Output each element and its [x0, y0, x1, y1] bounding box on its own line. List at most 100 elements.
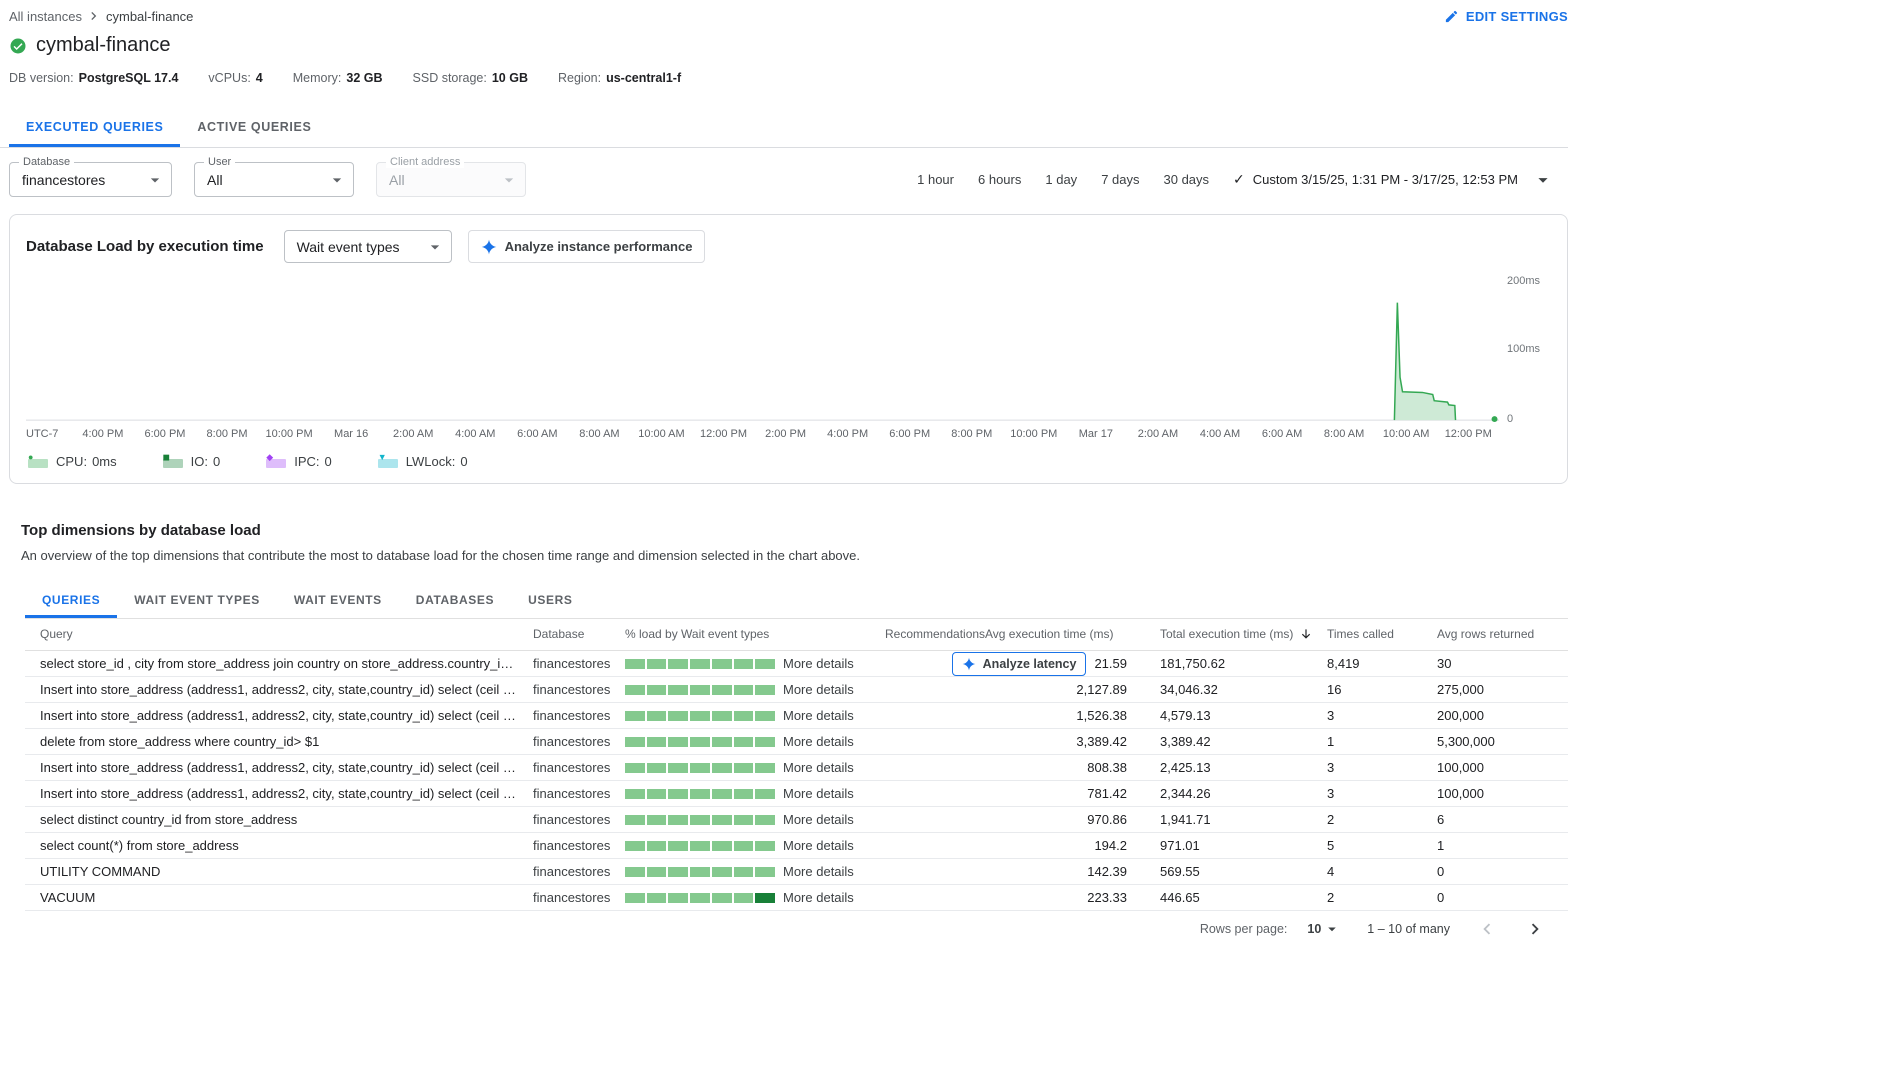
column-header-avg-execution-time[interactable]: Avg execution time (ms): [985, 627, 1145, 641]
more-details-link[interactable]: More details: [783, 864, 854, 879]
time-range-option[interactable]: 1 hour: [917, 172, 954, 187]
time-range-custom[interactable]: ✓ Custom 3/15/25, 1:31 PM - 3/17/25, 12:…: [1233, 171, 1518, 188]
x-axis-tick-label: 8:00 AM: [1324, 428, 1364, 440]
more-details-link[interactable]: More details: [783, 682, 854, 697]
table-row[interactable]: select count(*) from store_address finan…: [25, 833, 1568, 859]
database-cell: financestores: [533, 786, 625, 801]
avg-rows-returned-cell: 100,000: [1425, 760, 1568, 775]
table-row[interactable]: Insert into store_address (address1, add…: [25, 677, 1568, 703]
table-row[interactable]: Insert into store_address (address1, add…: [25, 703, 1568, 729]
more-details-link[interactable]: More details: [783, 786, 854, 801]
database-filter[interactable]: Database financestores: [9, 162, 172, 197]
database-cell: financestores: [533, 812, 625, 827]
top-dimensions-section: Top dimensions by database load An overv…: [21, 522, 1568, 940]
table-row[interactable]: select store_id , city from store_addres…: [25, 651, 1568, 677]
x-axis-tick-label: 2:00 AM: [393, 428, 433, 440]
more-details-link[interactable]: More details: [783, 812, 854, 827]
table-row[interactable]: Insert into store_address (address1, add…: [25, 781, 1568, 807]
column-header-total-execution-time[interactable]: Total execution time (ms): [1145, 627, 1315, 641]
meta-value: us-central1-f: [606, 71, 681, 85]
column-header-times-called[interactable]: Times called: [1315, 627, 1425, 641]
time-range-option[interactable]: 7 days: [1101, 172, 1139, 187]
query-cell[interactable]: VACUUM: [25, 890, 533, 905]
query-cell[interactable]: UTILITY COMMAND: [25, 864, 533, 879]
dimension-tab[interactable]: QUERIES: [25, 581, 117, 618]
analyze-latency-button[interactable]: Analyze latency: [952, 652, 1087, 676]
avg-execution-time-cell: Analyze latency 781.42: [985, 786, 1145, 801]
load-bar: [625, 737, 775, 747]
database-load-chart: [26, 277, 1499, 425]
edit-settings-button[interactable]: EDIT SETTINGS: [1444, 9, 1568, 24]
query-cell[interactable]: delete from store_address where country_…: [25, 734, 533, 749]
times-called-cell: 8,419: [1315, 656, 1425, 671]
next-page-button[interactable]: [1524, 918, 1546, 940]
more-details-link[interactable]: More details: [783, 734, 854, 749]
query-cell[interactable]: Insert into store_address (address1, add…: [25, 760, 533, 775]
database-load-card: Database Load by execution time Wait eve…: [9, 214, 1568, 484]
times-called-cell: 3: [1315, 708, 1425, 723]
analyze-instance-performance-button[interactable]: Analyze instance performance: [468, 230, 706, 263]
dimension-tab[interactable]: DATABASES: [399, 581, 511, 618]
meta-value: 4: [256, 71, 263, 85]
meta-label: Memory:: [293, 71, 342, 85]
user-filter[interactable]: User All: [194, 162, 354, 197]
table-header-row: Query Database % load by Wait event type…: [25, 619, 1568, 651]
query-mode-tabs: EXECUTED QUERIES ACTIVE QUERIES: [0, 107, 1568, 148]
chart-title: Database Load by execution time: [26, 238, 264, 255]
column-header-load[interactable]: % load by Wait event types: [625, 627, 885, 641]
time-range-dropdown-icon[interactable]: [1532, 169, 1554, 191]
query-cell[interactable]: Insert into store_address (address1, add…: [25, 682, 533, 697]
table-row[interactable]: UTILITY COMMAND financestores More detai…: [25, 859, 1568, 885]
query-mode-tab[interactable]: EXECUTED QUERIES: [9, 107, 180, 147]
query-cell[interactable]: select store_id , city from store_addres…: [25, 656, 533, 671]
more-details-link[interactable]: More details: [783, 760, 854, 775]
check-icon: ✓: [1233, 171, 1245, 188]
avg-rows-returned-cell: 6: [1425, 812, 1568, 827]
breadcrumb-all-instances[interactable]: All instances: [9, 9, 82, 24]
chevron-down-icon: [425, 237, 445, 257]
x-axis-tick-label: 4:00 PM: [82, 428, 123, 440]
load-cell: More details: [625, 786, 885, 801]
dimension-tab[interactable]: USERS: [511, 581, 589, 618]
previous-page-button[interactable]: [1476, 918, 1498, 940]
series-swatch-icon: ◆: [266, 456, 286, 468]
column-header-recommendations[interactable]: Recommendations: [885, 627, 985, 641]
chevron-down-icon: [499, 170, 519, 190]
query-mode-tab[interactable]: ACTIVE QUERIES: [180, 107, 328, 147]
more-details-link[interactable]: More details: [783, 838, 854, 853]
table-row[interactable]: select distinct country_id from store_ad…: [25, 807, 1568, 833]
avg-execution-time-cell: Analyze latency 3,389.42: [985, 734, 1145, 749]
column-header-query[interactable]: Query: [25, 627, 533, 641]
table-row[interactable]: Insert into store_address (address1, add…: [25, 755, 1568, 781]
x-axis-tick-label: 4:00 AM: [455, 428, 495, 440]
query-cell[interactable]: Insert into store_address (address1, add…: [25, 708, 533, 723]
breadcrumb: All instances cymbal-finance: [9, 8, 193, 24]
chart-dimension-select[interactable]: Wait event types: [284, 230, 452, 263]
meta-item: vCPUs: 4: [208, 71, 262, 85]
query-cell[interactable]: select count(*) from store_address: [25, 838, 533, 853]
more-details-link[interactable]: More details: [783, 656, 854, 671]
x-axis-tick-label: 10:00 AM: [1383, 428, 1429, 440]
query-cell[interactable]: select distinct country_id from store_ad…: [25, 812, 533, 827]
more-details-link[interactable]: More details: [783, 890, 854, 905]
column-header-avg-rows-returned[interactable]: Avg rows returned: [1425, 627, 1568, 641]
time-range-option[interactable]: 1 day: [1045, 172, 1077, 187]
table-row[interactable]: delete from store_address where country_…: [25, 729, 1568, 755]
avg-execution-time-cell: Analyze latency 142.39: [985, 864, 1145, 879]
more-details-link[interactable]: More details: [783, 708, 854, 723]
load-cell: More details: [625, 708, 885, 723]
table-row[interactable]: VACUUM financestores More details Analyz…: [25, 885, 1568, 911]
rows-per-page-select[interactable]: 10: [1307, 920, 1341, 938]
load-bar: [625, 763, 775, 773]
dimension-tab[interactable]: WAIT EVENT TYPES: [117, 581, 277, 618]
time-range-option[interactable]: 30 days: [1164, 172, 1210, 187]
query-cell[interactable]: Insert into store_address (address1, add…: [25, 786, 533, 801]
avg-execution-time-cell: Analyze latency 194.2: [985, 838, 1145, 853]
legend-label: IO:: [191, 454, 208, 469]
time-range-option[interactable]: 6 hours: [978, 172, 1021, 187]
column-header-database[interactable]: Database: [533, 627, 625, 641]
dimension-tab[interactable]: WAIT EVENTS: [277, 581, 399, 618]
gemini-spark-icon: [481, 239, 497, 255]
pagination-range: 1 – 10 of many: [1367, 922, 1450, 936]
avg-execution-time-value: 142.39: [1087, 864, 1127, 879]
